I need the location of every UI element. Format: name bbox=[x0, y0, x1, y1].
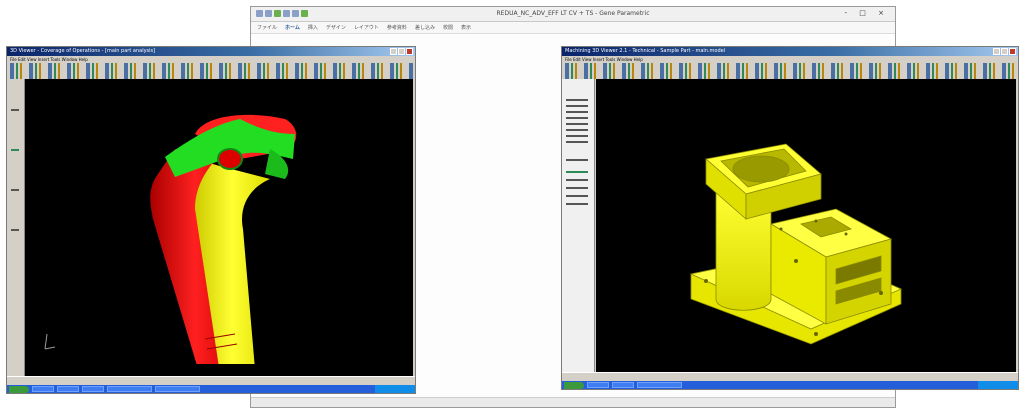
background-statusbar bbox=[251, 397, 895, 407]
panel-item[interactable] bbox=[566, 179, 588, 181]
right-3d-viewport[interactable] bbox=[596, 79, 1016, 373]
background-window-title: REDUA_NC_ADV_EFF LT CV + TS - Gene Param… bbox=[496, 10, 650, 17]
left-toolbar-2[interactable] bbox=[7, 71, 415, 79]
left-window-buttons bbox=[390, 48, 413, 55]
panel-item[interactable] bbox=[566, 123, 588, 125]
tab-insert[interactable]: 挿入 bbox=[308, 24, 318, 31]
panel-item[interactable] bbox=[566, 141, 588, 143]
close-button[interactable] bbox=[406, 48, 413, 55]
left-taskbar bbox=[7, 385, 415, 393]
background-window-buttons[interactable]: - □ × bbox=[845, 9, 889, 17]
panel-item[interactable] bbox=[11, 109, 19, 111]
panel-item[interactable] bbox=[566, 129, 588, 131]
taskbar-item[interactable] bbox=[155, 386, 200, 392]
tab-review[interactable]: 校閲 bbox=[443, 24, 453, 31]
taskbar-item[interactable] bbox=[57, 386, 79, 392]
maximize-button[interactable] bbox=[1001, 48, 1008, 55]
right-toolbar-2[interactable] bbox=[562, 71, 1018, 79]
taskbar-item[interactable] bbox=[612, 382, 634, 388]
right-side-panel[interactable] bbox=[562, 79, 595, 373]
right-taskbar bbox=[562, 381, 1018, 389]
panel-item[interactable] bbox=[566, 159, 588, 161]
right-window-titlebar: Machining 3D Viewer 2.1 - Technical - Sa… bbox=[562, 47, 1018, 56]
left-cad-window: 3D Viewer - Coverage of Operations - [ma… bbox=[6, 46, 416, 394]
panel-item[interactable] bbox=[566, 111, 588, 113]
maximize-button[interactable] bbox=[398, 48, 405, 55]
panel-item[interactable] bbox=[566, 105, 588, 107]
panel-item[interactable] bbox=[566, 195, 588, 197]
taskbar-item[interactable] bbox=[587, 382, 609, 388]
left-3d-viewport[interactable] bbox=[25, 79, 413, 377]
panel-item[interactable] bbox=[11, 149, 19, 151]
right-window-title: Machining 3D Viewer 2.1 - Technical - Sa… bbox=[565, 48, 726, 54]
right-statusbar bbox=[562, 372, 1018, 381]
close-button[interactable] bbox=[1009, 48, 1016, 55]
panel-item[interactable] bbox=[566, 117, 588, 119]
left-statusbar bbox=[7, 376, 415, 385]
panel-item[interactable] bbox=[566, 99, 588, 101]
tab-file[interactable]: ファイル bbox=[257, 24, 277, 31]
tab-design[interactable]: デザイン bbox=[326, 24, 346, 31]
right-cad-window: Machining 3D Viewer 2.1 - Technical - Sa… bbox=[561, 46, 1019, 390]
pipe-elbow-model bbox=[44, 114, 297, 364]
taskbar-item[interactable] bbox=[637, 382, 682, 388]
system-tray[interactable] bbox=[978, 381, 1018, 389]
panel-item[interactable] bbox=[11, 189, 19, 191]
left-toolbar-1[interactable] bbox=[7, 63, 415, 71]
right-window-buttons bbox=[993, 48, 1016, 55]
tab-references[interactable]: 参考資料 bbox=[387, 24, 407, 31]
tab-layout[interactable]: レイアウト bbox=[354, 24, 379, 31]
right-toolbar-1[interactable] bbox=[562, 63, 1018, 71]
taskbar-item[interactable] bbox=[107, 386, 152, 392]
panel-item[interactable] bbox=[11, 229, 19, 231]
panel-item[interactable] bbox=[566, 135, 588, 137]
left-side-panel[interactable] bbox=[7, 79, 25, 377]
minimize-button[interactable] bbox=[993, 48, 1000, 55]
left-window-titlebar: 3D Viewer - Coverage of Operations - [ma… bbox=[7, 47, 415, 56]
panel-item[interactable] bbox=[566, 187, 588, 189]
tab-view[interactable]: 表示 bbox=[461, 24, 471, 31]
taskbar-item[interactable] bbox=[32, 386, 54, 392]
ribbon-tabs: ファイル ホーム 挿入 デザイン レイアウト 参考資料 差し込み 校閲 表示 bbox=[251, 22, 895, 34]
left-menubar[interactable]: File Edit View Insert Tools Window Help bbox=[7, 56, 415, 63]
left-window-title: 3D Viewer - Coverage of Operations - [ma… bbox=[10, 48, 156, 54]
tab-home[interactable]: ホーム bbox=[285, 24, 300, 31]
minimize-button[interactable] bbox=[390, 48, 397, 55]
background-titlebar: REDUA_NC_ADV_EFF LT CV + TS - Gene Param… bbox=[251, 7, 895, 22]
start-button[interactable] bbox=[564, 381, 584, 389]
right-menubar[interactable]: File Edit View Insert Tools Window Help bbox=[562, 56, 1018, 63]
housing-block-model bbox=[689, 143, 902, 345]
panel-item[interactable] bbox=[566, 203, 588, 205]
tab-mailings[interactable]: 差し込み bbox=[415, 24, 435, 31]
system-tray[interactable] bbox=[375, 385, 415, 393]
start-button[interactable] bbox=[9, 385, 29, 393]
taskbar-item[interactable] bbox=[82, 386, 104, 392]
panel-item[interactable] bbox=[566, 171, 588, 173]
